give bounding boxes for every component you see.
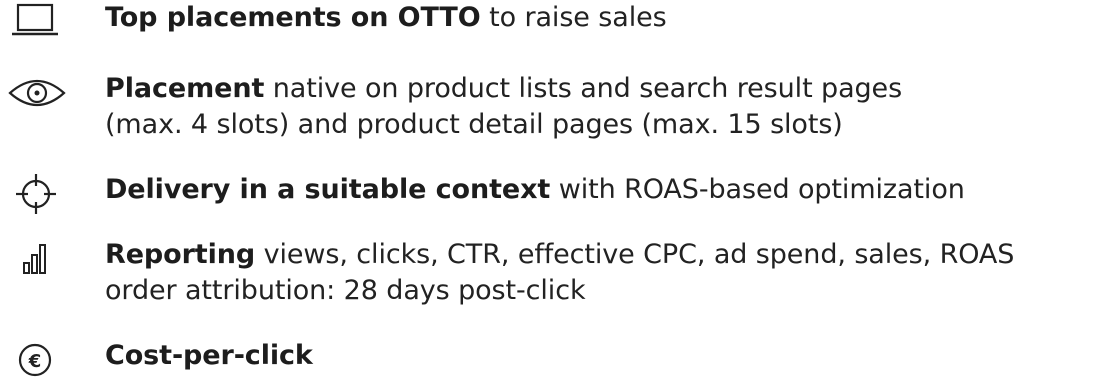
euro-icon: €	[2, 338, 72, 382]
feature-text: Placement native on product lists and se…	[105, 71, 1114, 143]
laptop-icon	[2, 0, 72, 44]
feature-text: Cost-per-click	[105, 338, 1114, 374]
feature-description: to raise sales	[480, 2, 667, 33]
feature-description: native on product lists and search resul…	[264, 73, 903, 104]
feature-description-line-2: (max. 4 slots) and product detail pages …	[105, 109, 843, 140]
feature-list: Top placements on OTTO to raise sales Pl…	[0, 0, 1120, 387]
feature-text: Top placements on OTTO to raise sales	[105, 0, 1114, 36]
feature-title: Placement	[105, 73, 265, 104]
svg-text:€: €	[28, 351, 42, 372]
feature-text: Delivery in a suitable context with ROAS…	[105, 172, 1114, 208]
bar-chart-icon	[2, 237, 72, 281]
feature-description-line-2: order attribution: 28 days post-click	[105, 275, 586, 306]
feature-title: Cost-per-click	[105, 340, 313, 371]
feature-description: with ROAS-based optimization	[550, 174, 965, 205]
crosshair-icon	[2, 172, 72, 216]
feature-description: views, clicks, CTR, effective CPC, ad sp…	[255, 239, 1015, 270]
feature-text: Reporting views, clicks, CTR, effective …	[105, 237, 1114, 309]
feature-title: Reporting	[105, 239, 256, 270]
eye-icon	[2, 71, 72, 115]
feature-title: Delivery in a suitable context	[105, 174, 551, 205]
feature-title: Top placements on OTTO	[105, 2, 481, 33]
